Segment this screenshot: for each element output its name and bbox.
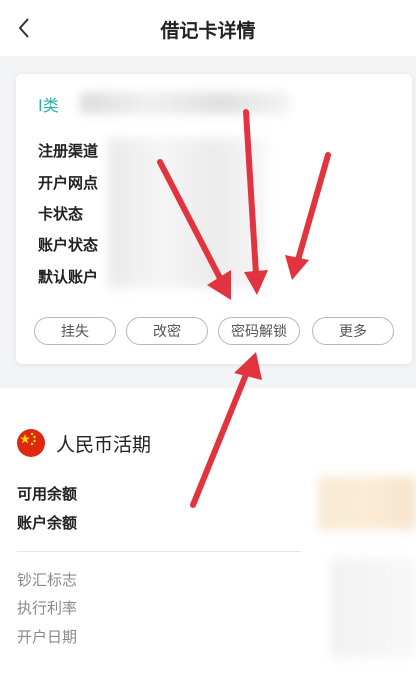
row-default-account-label: 默认账户 bbox=[38, 268, 99, 286]
card-type-label: I类 bbox=[38, 96, 59, 115]
card-panel: I类 注册渠道 开户网点 卡状态 账户状态 默认账户 挂失 改密 密码解锁 更多 bbox=[16, 74, 412, 364]
row-values-masked bbox=[108, 138, 268, 288]
currency-title: 人民币活期 bbox=[56, 434, 152, 456]
nav-bar: 借记卡详情 bbox=[0, 0, 416, 56]
info-values-masked bbox=[330, 558, 416, 658]
divider bbox=[17, 551, 301, 552]
report-loss-button[interactable]: 挂失 bbox=[34, 317, 116, 345]
balance-values-masked bbox=[318, 476, 416, 530]
row-card-status-label: 卡状态 bbox=[38, 205, 84, 223]
card-number-masked bbox=[80, 92, 290, 114]
open-date-label: 开户日期 bbox=[17, 628, 78, 646]
unlock-password-button[interactable]: 密码解锁 bbox=[218, 317, 300, 345]
row-account-status-label: 账户状态 bbox=[38, 236, 99, 254]
row-branch-label: 开户网点 bbox=[38, 174, 99, 192]
china-flag-icon bbox=[17, 429, 45, 457]
account-balance-label: 账户余额 bbox=[17, 514, 78, 532]
row-register-channel-label: 注册渠道 bbox=[38, 142, 99, 160]
cash-remit-flag-label: 钞汇标志 bbox=[17, 571, 78, 589]
interest-rate-label: 执行利率 bbox=[17, 599, 78, 617]
change-password-button[interactable]: 改密 bbox=[126, 317, 208, 345]
more-button[interactable]: 更多 bbox=[312, 317, 394, 345]
available-balance-label: 可用余额 bbox=[17, 485, 78, 503]
page-title: 借记卡详情 bbox=[160, 20, 256, 42]
account-section: 人民币活期 可用余额 账户余额 钞汇标志 执行利率 开户日期 bbox=[0, 388, 416, 684]
